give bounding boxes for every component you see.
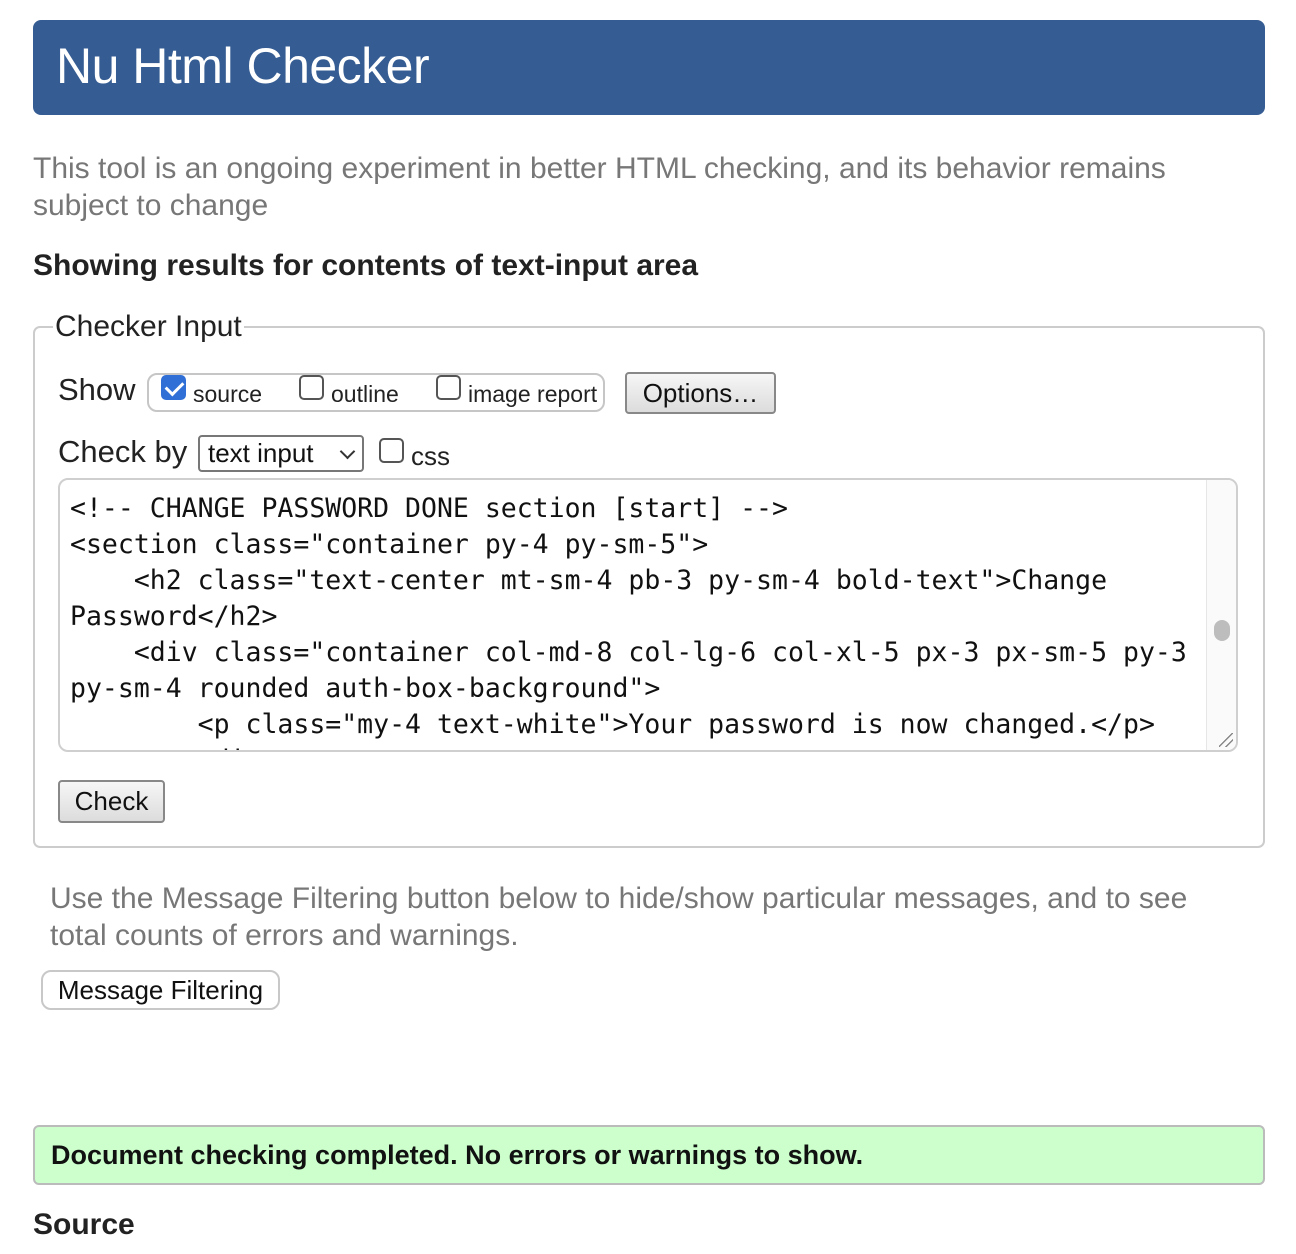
image-report-checkbox-label[interactable]: image report — [468, 381, 597, 408]
message-filter-note: Use the Message Filtering button below t… — [50, 882, 1188, 952]
textarea-scrollbar-thumb[interactable] — [1214, 620, 1230, 641]
app-header: Nu Html Checker — [33, 20, 1265, 115]
source-checkbox[interactable] — [161, 375, 186, 400]
check-by-label: Check by — [58, 434, 188, 469]
app-title: Nu Html Checker — [56, 38, 430, 94]
source-checkbox-label[interactable]: source — [193, 381, 262, 408]
success-message: Document checking completed. No errors o… — [33, 1125, 1265, 1185]
source-textarea-content: <!-- CHANGE PASSWORD DONE section [start… — [70, 493, 1187, 750]
check-button[interactable]: Check — [58, 780, 165, 823]
image-report-checkbox[interactable] — [436, 375, 461, 400]
css-checkbox-label[interactable]: css — [411, 441, 450, 472]
chevron-down-icon — [339, 443, 356, 460]
outline-checkbox-label[interactable]: outline — [331, 381, 399, 408]
checker-input-legend: Checker Input — [55, 310, 242, 343]
source-textarea[interactable]: <!-- CHANGE PASSWORD DONE section [start… — [58, 478, 1238, 752]
options-button[interactable]: Options… — [625, 372, 776, 414]
resize-handle-icon[interactable] — [1219, 733, 1233, 747]
intro-text: This tool is an ongoing experiment in be… — [33, 152, 1166, 222]
check-by-select-value: text input — [208, 438, 314, 468]
css-checkbox[interactable] — [379, 438, 404, 463]
show-label: Show — [58, 372, 136, 407]
check-by-select[interactable]: text input — [198, 435, 364, 472]
textarea-scrollbar[interactable] — [1206, 480, 1236, 750]
outline-checkbox[interactable] — [299, 375, 324, 400]
source-heading: Source — [33, 1208, 135, 1241]
message-filtering-button[interactable]: Message Filtering — [41, 970, 280, 1010]
results-heading: Showing results for contents of text-inp… — [33, 249, 699, 282]
